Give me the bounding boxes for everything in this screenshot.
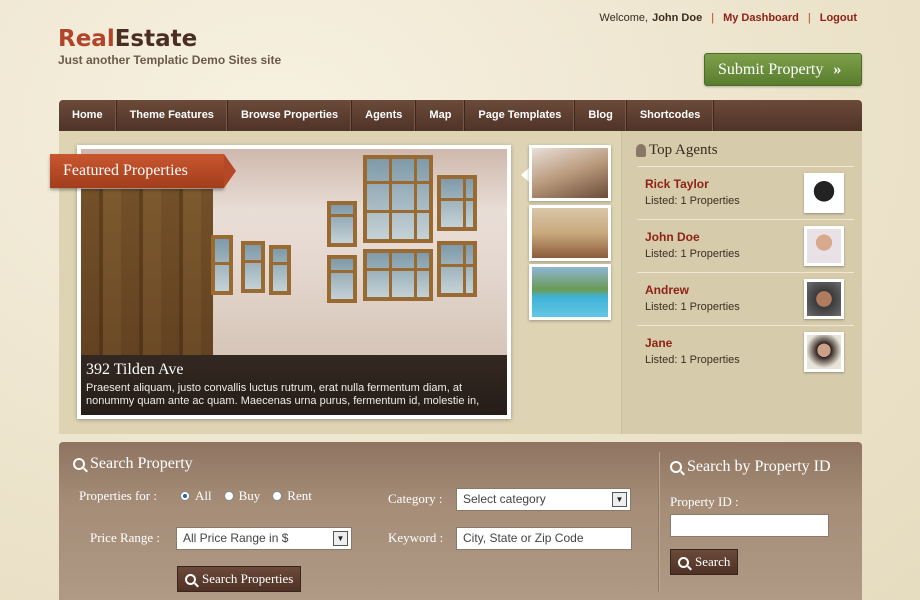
window-graphic xyxy=(327,201,357,247)
featured-property-image: 392 Tilden Ave Praesent aliquam, justo c… xyxy=(81,149,507,415)
top-agents-title: Top Agents xyxy=(636,142,718,159)
radio-rent[interactable] xyxy=(272,491,283,501)
welcome-text: Welcome, xyxy=(599,12,649,24)
logo-part-real: Real xyxy=(58,26,115,52)
logout-link[interactable]: Logout xyxy=(820,12,857,24)
double-chevron-right-icon: » xyxy=(833,60,842,78)
window-graphic xyxy=(241,241,265,293)
logo-title: RealEstate xyxy=(58,26,281,52)
search-property-label: Search Property xyxy=(90,455,193,472)
agent-name-link[interactable]: Rick Taylor xyxy=(645,177,709,191)
keyword-label: Keyword : xyxy=(388,530,444,545)
window-graphic xyxy=(437,241,477,297)
agent-avatar[interactable] xyxy=(804,226,844,266)
window-graphic xyxy=(327,255,357,303)
featured-properties-ribbon: Featured Properties xyxy=(50,154,236,188)
search-icon xyxy=(73,458,85,470)
slide-caption: 392 Tilden Ave Praesent aliquam, justo c… xyxy=(81,355,507,415)
radio-rent-label[interactable]: Rent xyxy=(287,488,312,504)
nav-item-home[interactable]: Home xyxy=(59,100,117,131)
agent-item: Jane Listed: 1 Properties xyxy=(637,325,854,378)
properties-for-label: Properties for : xyxy=(79,488,157,503)
window-graphic xyxy=(363,155,433,243)
nav-item-shortcodes[interactable]: Shortcodes xyxy=(627,100,715,131)
submit-property-button[interactable]: Submit Property » xyxy=(704,53,862,86)
price-range-select-value: All Price Range in $ xyxy=(183,531,289,545)
agent-name-link[interactable]: John Doe xyxy=(645,230,700,244)
agent-item: Andrew Listed: 1 Properties xyxy=(637,272,854,325)
search-icon xyxy=(670,461,682,473)
radio-all[interactable] xyxy=(180,491,190,501)
thumbnail-image xyxy=(532,267,608,317)
top-agents-label: Top Agents xyxy=(649,142,718,158)
search-icon xyxy=(185,573,196,585)
thumbnail-2[interactable] xyxy=(529,205,611,261)
logo-part-estate: Estate xyxy=(114,26,198,52)
nav-item-agents[interactable]: Agents xyxy=(352,100,417,131)
nav-item-map[interactable]: Map xyxy=(416,100,466,131)
agent-name-link[interactable]: Jane xyxy=(645,336,672,350)
nav-item-theme-features[interactable]: Theme Features xyxy=(117,100,228,131)
search-by-id-title: Search by Property ID xyxy=(670,458,831,476)
search-properties-button[interactable]: Search Properties xyxy=(177,566,302,592)
window-graphic xyxy=(363,249,433,301)
nav-item-blog[interactable]: Blog xyxy=(575,100,627,131)
search-property-title: Search Property xyxy=(73,455,193,473)
slide-title[interactable]: 392 Tilden Ave xyxy=(86,361,502,379)
property-id-label: Property ID : xyxy=(670,494,739,509)
agent-avatar[interactable] xyxy=(804,279,844,319)
keyword-input[interactable]: City, State or Zip Code xyxy=(456,527,632,550)
window-graphic xyxy=(269,245,291,295)
agent-listed-count: Listed: 1 Properties xyxy=(645,354,740,366)
window-graphic xyxy=(437,175,477,231)
window-graphic xyxy=(211,235,233,295)
price-range-label: Price Range : xyxy=(90,530,161,545)
thumbnail-image xyxy=(532,148,608,198)
category-label: Category : xyxy=(388,491,443,506)
thumbnail-3[interactable] xyxy=(529,264,611,320)
radio-buy-label[interactable]: Buy xyxy=(239,488,261,504)
search-icon xyxy=(678,556,689,568)
dropdown-arrow-icon: ▼ xyxy=(612,492,627,507)
thumbnail-image xyxy=(532,208,608,258)
slide-description: Praesent aliquam, justo convallis luctus… xyxy=(86,382,480,407)
agent-listed-count: Listed: 1 Properties xyxy=(645,195,740,207)
search-by-id-label: Search by Property ID xyxy=(687,458,831,475)
nav-item-browse-properties[interactable]: Browse Properties xyxy=(228,100,353,131)
username: John Doe xyxy=(652,12,703,24)
separator: | xyxy=(807,12,811,24)
nav-item-page-templates[interactable]: Page Templates xyxy=(465,100,576,131)
search-by-id-button[interactable]: Search xyxy=(670,549,739,575)
user-bar: Welcome, John Doe | My Dashboard | Logou… xyxy=(599,12,857,24)
dropdown-arrow-icon: ▼ xyxy=(333,531,348,546)
category-select-value: Select category xyxy=(463,492,546,506)
site-logo[interactable]: RealEstate Just another Templatic Demo S… xyxy=(58,26,281,67)
submit-property-label: Submit Property xyxy=(718,60,824,78)
agent-listed-count: Listed: 1 Properties xyxy=(645,248,740,260)
radio-buy[interactable] xyxy=(223,491,234,501)
agent-listed-count: Listed: 1 Properties xyxy=(645,301,740,313)
price-range-select[interactable]: All Price Range in $ ▼ xyxy=(176,527,352,550)
agent-item: John Doe Listed: 1 Properties xyxy=(637,219,854,272)
radio-all-label[interactable]: All xyxy=(195,488,212,504)
search-properties-label: Search Properties xyxy=(202,571,294,586)
category-select[interactable]: Select category ▼ xyxy=(456,488,631,511)
properties-for-radio-group: All Buy Rent xyxy=(180,488,324,504)
property-id-input[interactable] xyxy=(670,514,829,537)
agent-avatar[interactable] xyxy=(804,332,844,372)
thumbnail-1[interactable] xyxy=(529,145,611,201)
separator: | xyxy=(711,12,715,24)
site-tagline: Just another Templatic Demo Sites site xyxy=(58,53,282,67)
active-thumb-pointer xyxy=(521,168,529,182)
search-by-id-button-label: Search xyxy=(695,554,731,569)
main-nav: Home Theme Features Browse Properties Ag… xyxy=(59,100,862,131)
my-dashboard-link[interactable]: My Dashboard xyxy=(723,12,799,24)
user-icon xyxy=(636,144,646,157)
search-divider xyxy=(658,452,659,592)
agent-name-link[interactable]: Andrew xyxy=(645,283,689,297)
agent-item: Rick Taylor Listed: 1 Properties xyxy=(637,166,854,219)
agent-avatar[interactable] xyxy=(804,173,844,213)
